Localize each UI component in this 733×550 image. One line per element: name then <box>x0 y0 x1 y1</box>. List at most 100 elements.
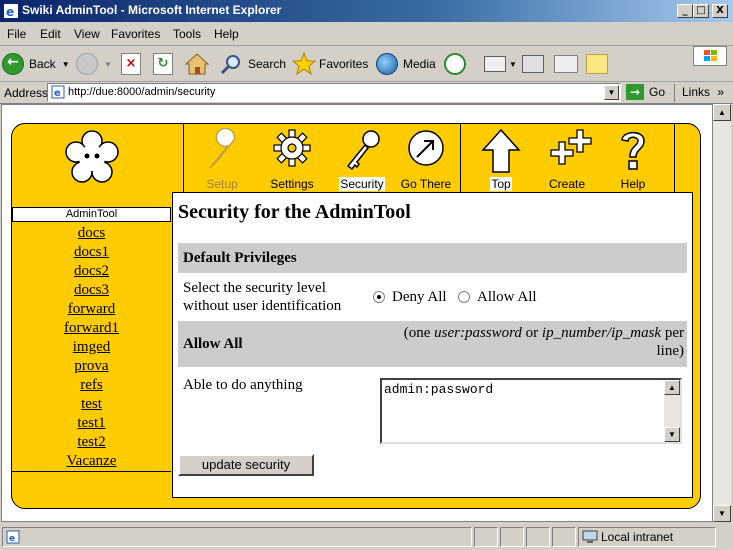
mail-dropdown-icon: ▼ <box>509 59 517 69</box>
favorites-button[interactable]: Favorites <box>292 51 368 77</box>
address-bar: Address e http://due:8000/admin/security… <box>0 82 733 104</box>
menu-edit[interactable]: Edit <box>40 27 61 41</box>
status-pane-3 <box>500 527 524 547</box>
nav-security[interactable]: Security <box>332 124 392 192</box>
back-button[interactable]: ← Back ▼ <box>2 51 70 77</box>
sidebar-link-test1[interactable]: test1 <box>12 414 171 433</box>
allow-all-header: Allow All (one user:password or ip_numbe… <box>178 321 687 367</box>
search-button[interactable]: Search <box>220 51 286 77</box>
sidebar-link-docs[interactable]: docs <box>12 224 171 243</box>
links-button[interactable]: Links » <box>682 85 724 99</box>
key-icon <box>346 130 380 171</box>
links-label: Links <box>682 85 711 99</box>
sidebar-link-forward[interactable]: forward <box>12 300 171 319</box>
page-title: Security for the AdminTool <box>178 201 411 223</box>
address-input[interactable]: e http://due:8000/admin/security ▼ <box>47 83 621 102</box>
textarea-scrollbar[interactable]: ▲ ▼ <box>664 380 680 442</box>
status-main-pane: e <box>2 527 472 547</box>
sidebar-link-vacanze[interactable]: Vacanze <box>12 452 171 471</box>
refresh-button[interactable]: ↻ <box>153 51 173 77</box>
history-button[interactable] <box>444 51 466 77</box>
menu-file[interactable]: File <box>7 27 26 41</box>
menu-bar: File Edit View Favorites Tools Help <box>0 22 733 66</box>
address-url: http://due:8000/admin/security <box>68 86 216 98</box>
sidebar-title: AdminTool <box>12 207 171 222</box>
sidebar-link-docs3[interactable]: docs3 <box>12 281 171 300</box>
status-zone-pane: Local intranet <box>578 527 716 547</box>
forward-button[interactable]: ▼ <box>76 51 112 77</box>
mail-icon <box>484 56 506 72</box>
menu-help[interactable]: Help <box>214 27 239 41</box>
radio-deny-all-circle[interactable] <box>373 291 385 303</box>
nav-go-there[interactable]: Go There <box>396 124 456 192</box>
maximize-button[interactable]: □ <box>693 4 709 18</box>
messenger-button[interactable] <box>586 51 608 77</box>
print-button[interactable] <box>522 51 544 77</box>
sidebar-link-forward1[interactable]: forward1 <box>12 319 171 338</box>
nav-toolbar-secondary: Top Create Help <box>461 124 675 192</box>
radio-deny-all-label: Deny All <box>392 289 447 305</box>
update-security-button[interactable]: update security <box>178 454 314 476</box>
nav-help-label: Help <box>620 177 646 191</box>
sidebar-link-prova[interactable]: prova <box>12 357 171 376</box>
scroll-up-icon[interactable]: ▲ <box>713 104 731 121</box>
nav-top-label: Top <box>471 177 531 191</box>
svg-text:e: e <box>9 534 15 544</box>
nav-create[interactable]: Create <box>537 124 597 192</box>
favorites-star-icon <box>292 52 316 76</box>
sidebar-link-refs[interactable]: refs <box>12 376 171 395</box>
menu-favorites[interactable]: Favorites <box>111 27 160 41</box>
sidebar-link-docs1[interactable]: docs1 <box>12 243 171 262</box>
up-arrow-icon <box>481 128 521 173</box>
address-dropdown-icon[interactable]: ▼ <box>604 85 619 100</box>
page-scrollbar[interactable]: ▲ ▼ <box>713 104 731 522</box>
allow-all-textarea[interactable]: admin:password ▲ ▼ <box>380 378 682 444</box>
nav-setup[interactable]: Setup <box>192 124 252 192</box>
media-button[interactable]: Media <box>376 51 436 77</box>
close-button[interactable]: X <box>712 4 728 18</box>
scroll-down-icon[interactable]: ▼ <box>713 505 731 522</box>
nav-create-label: Create <box>548 177 586 191</box>
nav-top-text: Top <box>490 177 512 191</box>
radio-allow-all-circle[interactable] <box>458 291 470 303</box>
print-icon <box>522 55 544 73</box>
default-privileges-title: Default Privileges <box>183 250 297 266</box>
swiki-frame: Setup Settings Security Go There Top Cre… <box>11 123 701 509</box>
home-button[interactable] <box>184 51 210 77</box>
favorites-label: Favorites <box>319 57 369 71</box>
menu-view[interactable]: View <box>74 27 100 41</box>
textarea-scroll-up-icon[interactable]: ▲ <box>664 380 680 395</box>
ie-logo-icon: e <box>4 4 18 19</box>
stop-button[interactable]: × <box>121 51 141 77</box>
textarea-scroll-down-icon[interactable]: ▼ <box>664 427 680 442</box>
edit-button[interactable] <box>554 51 578 77</box>
nav-top[interactable]: Top <box>471 124 531 192</box>
address-label: Address <box>4 86 49 100</box>
back-dropdown-icon: ▼ <box>61 59 70 69</box>
nav-help[interactable]: Help <box>603 124 663 192</box>
sidebar-link-imged[interactable]: imged <box>12 338 171 357</box>
sidebar-link-test[interactable]: test <box>12 395 171 414</box>
nav-setup-label: Setup <box>206 177 238 191</box>
messenger-icon <box>586 54 608 74</box>
forward-arrow-icon <box>76 53 98 75</box>
minimize-button[interactable]: _ <box>677 4 693 18</box>
page-content: Setup Settings Security Go There Top Cre… <box>1 104 713 522</box>
menu-tools[interactable]: Tools <box>173 27 201 41</box>
title-bar: e Swiki AdminTool - Microsoft Internet E… <box>0 0 733 22</box>
sidebar-link-test2[interactable]: test2 <box>12 433 171 452</box>
window-title: Swiki AdminTool - Microsoft Internet Exp… <box>22 3 282 17</box>
media-label: Media <box>403 57 436 71</box>
go-there-arrow-icon <box>408 130 444 166</box>
sidebar-link-docs2[interactable]: docs2 <box>12 262 171 281</box>
go-button[interactable]: → Go <box>626 84 665 100</box>
svg-text:e: e <box>6 5 14 19</box>
mail-button[interactable]: ▼ <box>484 51 517 77</box>
nav-settings[interactable]: Settings <box>262 124 322 192</box>
hint-user-password: user:password <box>434 325 522 341</box>
create-plus-icon <box>550 129 592 165</box>
hint-suffix: per line) <box>656 325 685 359</box>
default-privileges-description: Select the security level without user i… <box>183 280 342 314</box>
history-icon <box>444 53 466 75</box>
refresh-icon: ↻ <box>153 53 173 75</box>
